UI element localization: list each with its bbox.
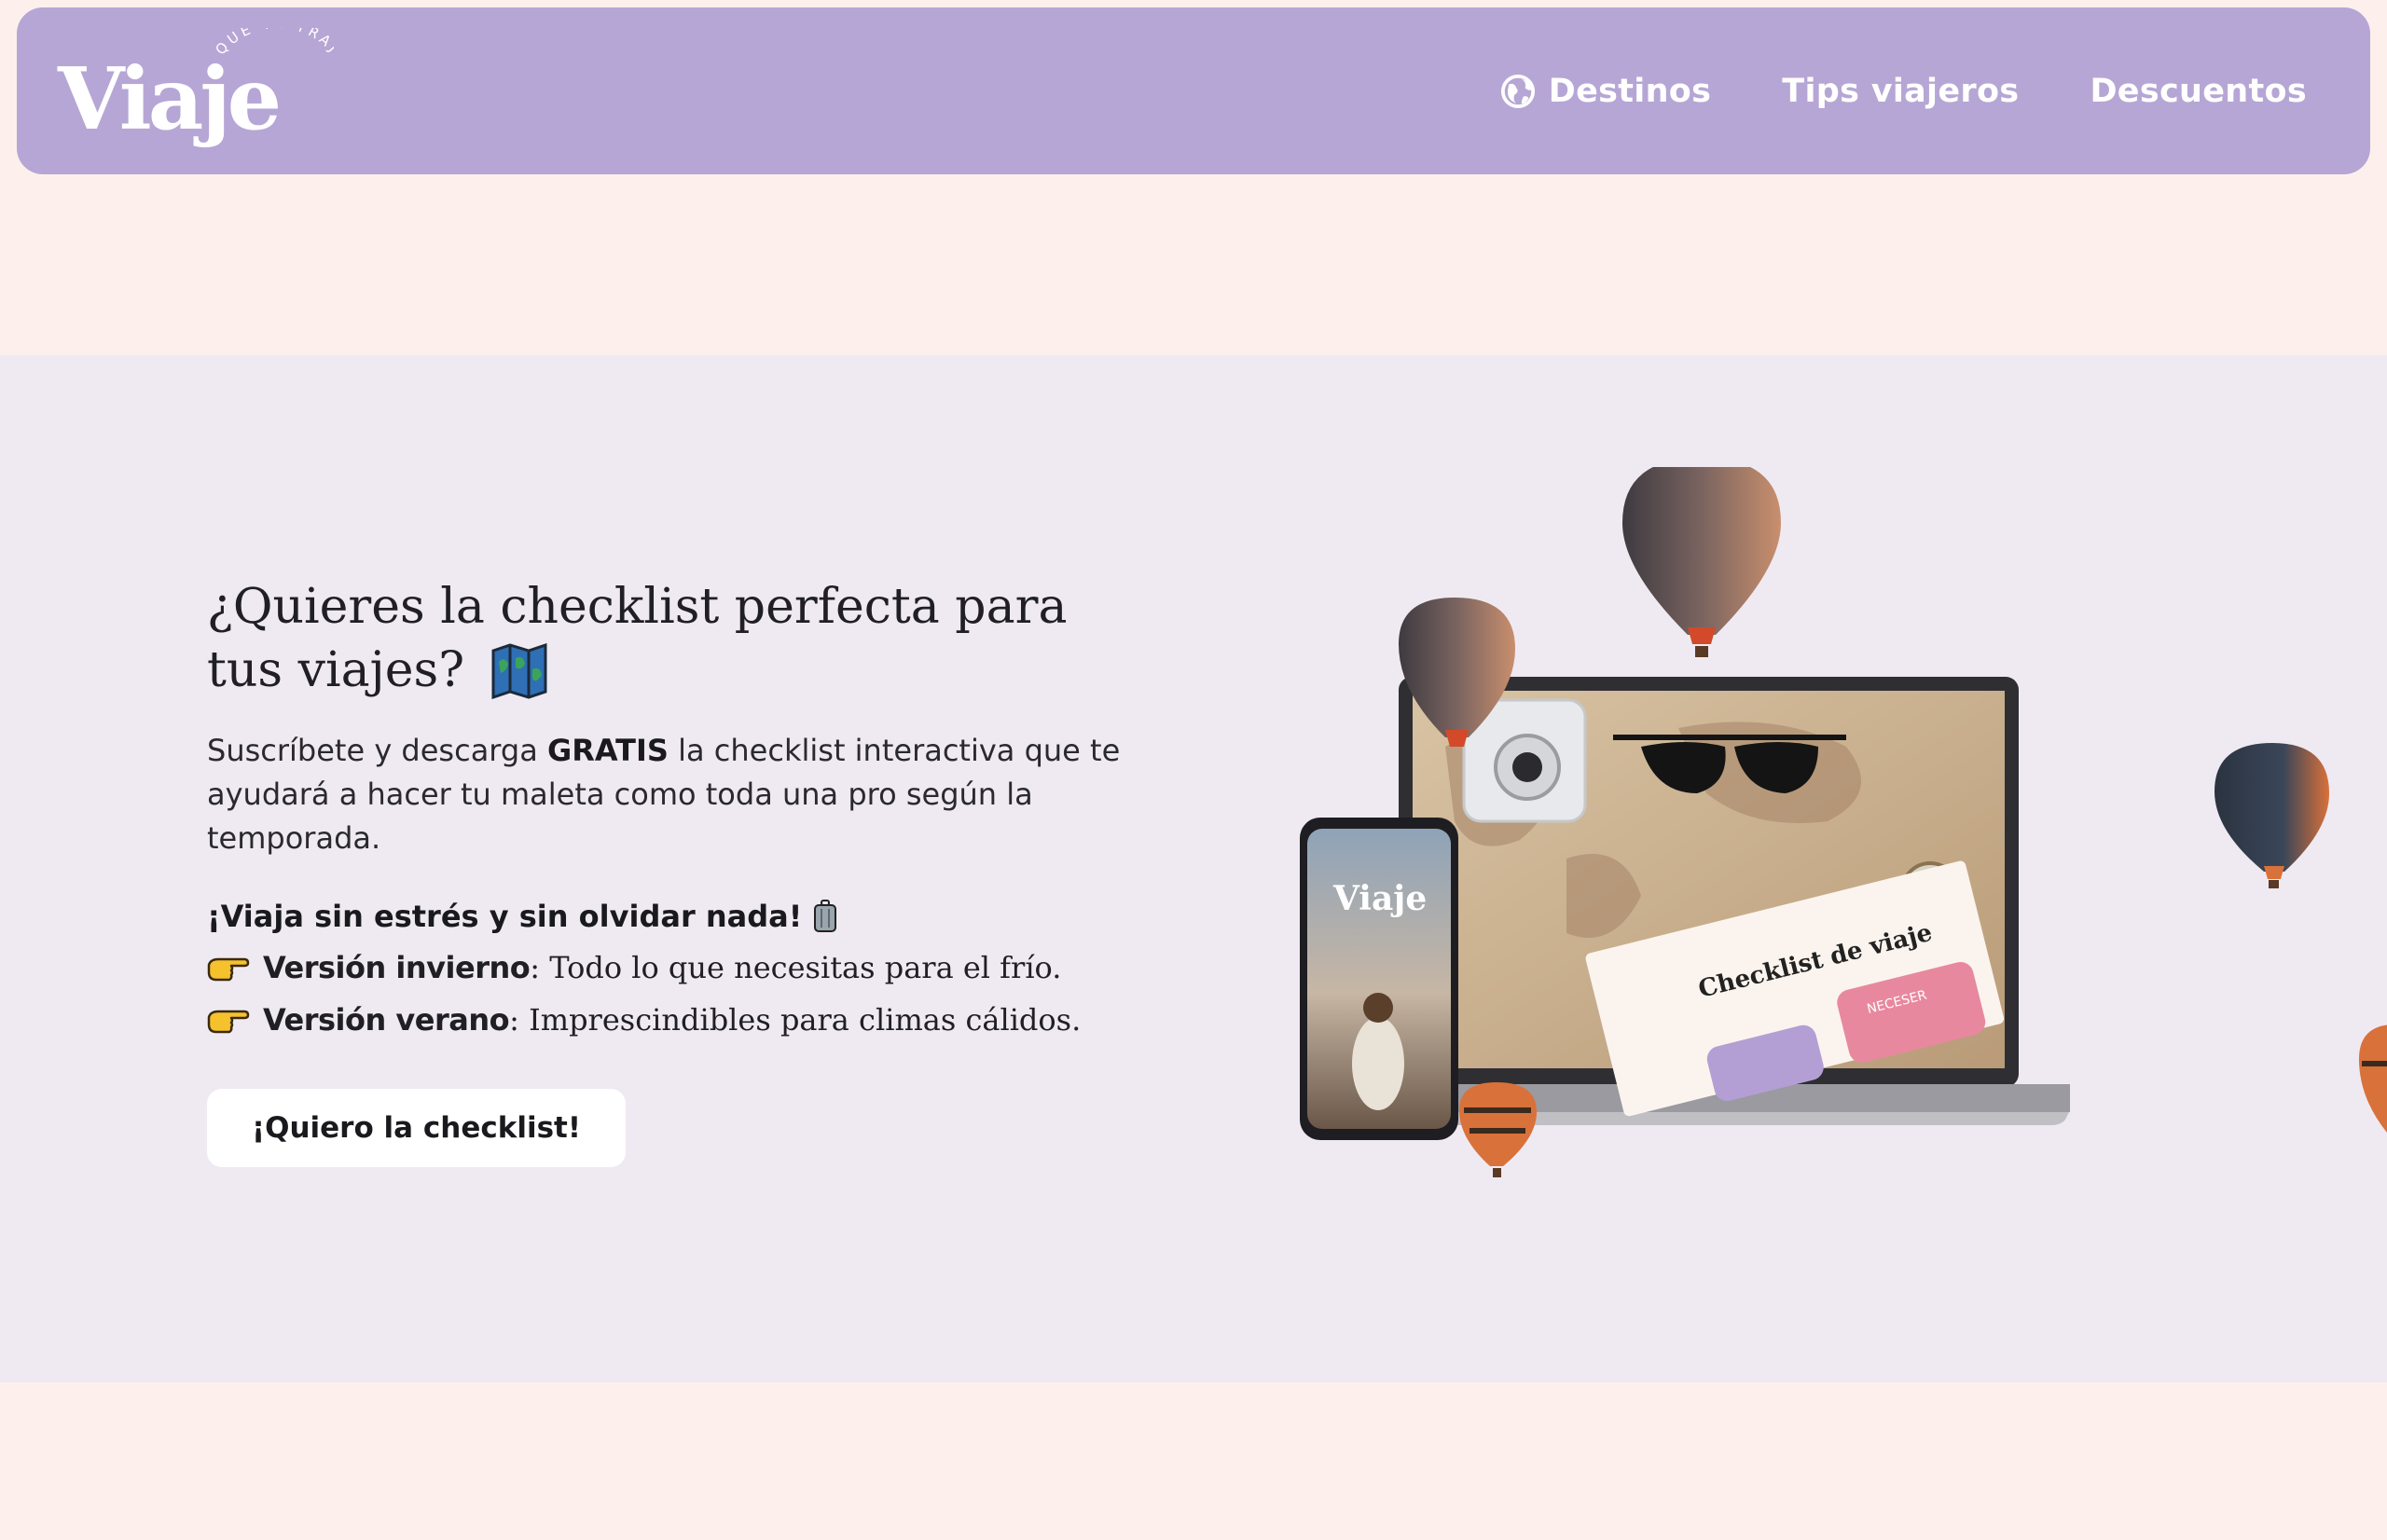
nav-descuentos[interactable]: Descuentos <box>2090 73 2307 110</box>
nav-descuentos-label: Descuentos <box>2090 72 2307 110</box>
page: Viaje QUE TE TRAJE Destinos Tips viajero… <box>0 0 2387 1540</box>
phone: Viaje <box>1300 818 1458 1140</box>
version-invierno-name: Versión invierno <box>263 950 531 985</box>
nav-tips-label: Tips viajeros <box>1782 72 2020 110</box>
logo-wordmark: Viaje <box>57 48 279 149</box>
pointing-hand-icon <box>207 957 250 982</box>
section-description: Suscríbete y descarga GRATIS la checklis… <box>207 729 1121 860</box>
tagline-text: ¡Viaja sin estrés y sin olvidar nada! <box>207 899 803 934</box>
site-logo[interactable]: Viaje QUE TE TRAJE <box>54 28 334 168</box>
checklist-mockup-illustration: Checklist de viaje NECESER Viaje <box>1300 467 2387 1177</box>
section-headline: ¿Quieres la checklist perfecta para tus … <box>207 575 1139 702</box>
version-invierno: Versión invierno: Todo lo que necesitas … <box>207 950 1061 985</box>
phone-logo: Viaje <box>1332 879 1427 918</box>
description-strong: GRATIS <box>546 733 669 768</box>
version-verano: Versión verano: Imprescindibles para cli… <box>207 1002 1081 1038</box>
map-icon <box>491 643 547 699</box>
nav-destinos[interactable]: Destinos <box>1500 73 1712 110</box>
nav-tips-viajeros[interactable]: Tips viajeros <box>1782 73 2019 110</box>
hot-air-balloon-small <box>1459 1082 1537 1177</box>
site-header: Viaje QUE TE TRAJE Destinos Tips viajero… <box>17 7 2370 174</box>
version-verano-desc: : Imprescindibles para climas cálidos. <box>509 1002 1082 1038</box>
pointing-hand-icon <box>207 1010 250 1034</box>
checklist-section: ¿Quieres la checklist perfecta para tus … <box>0 355 2387 1382</box>
hot-air-balloon-right <box>2215 743 2329 888</box>
hot-air-balloon-edge <box>2359 1024 2387 1133</box>
main-nav: Destinos Tips viajeros Descuentos <box>1500 7 2307 174</box>
get-checklist-button[interactable]: ¡Quiero la checklist! <box>207 1089 626 1167</box>
version-verano-name: Versión verano <box>263 1002 510 1038</box>
description-text-1: Suscríbete y descarga <box>207 733 547 768</box>
suitcase-icon <box>814 900 837 932</box>
globe-icon <box>1500 74 1535 108</box>
headline-text: ¿Quieres la checklist perfecta para tus … <box>207 579 1068 698</box>
nav-destinos-label: Destinos <box>1548 72 1712 110</box>
tagline: ¡Viaja sin estrés y sin olvidar nada! <box>207 899 837 934</box>
hot-air-balloon-large <box>1622 467 1781 657</box>
version-invierno-desc: : Todo lo que necesitas para el frío. <box>530 950 1062 985</box>
